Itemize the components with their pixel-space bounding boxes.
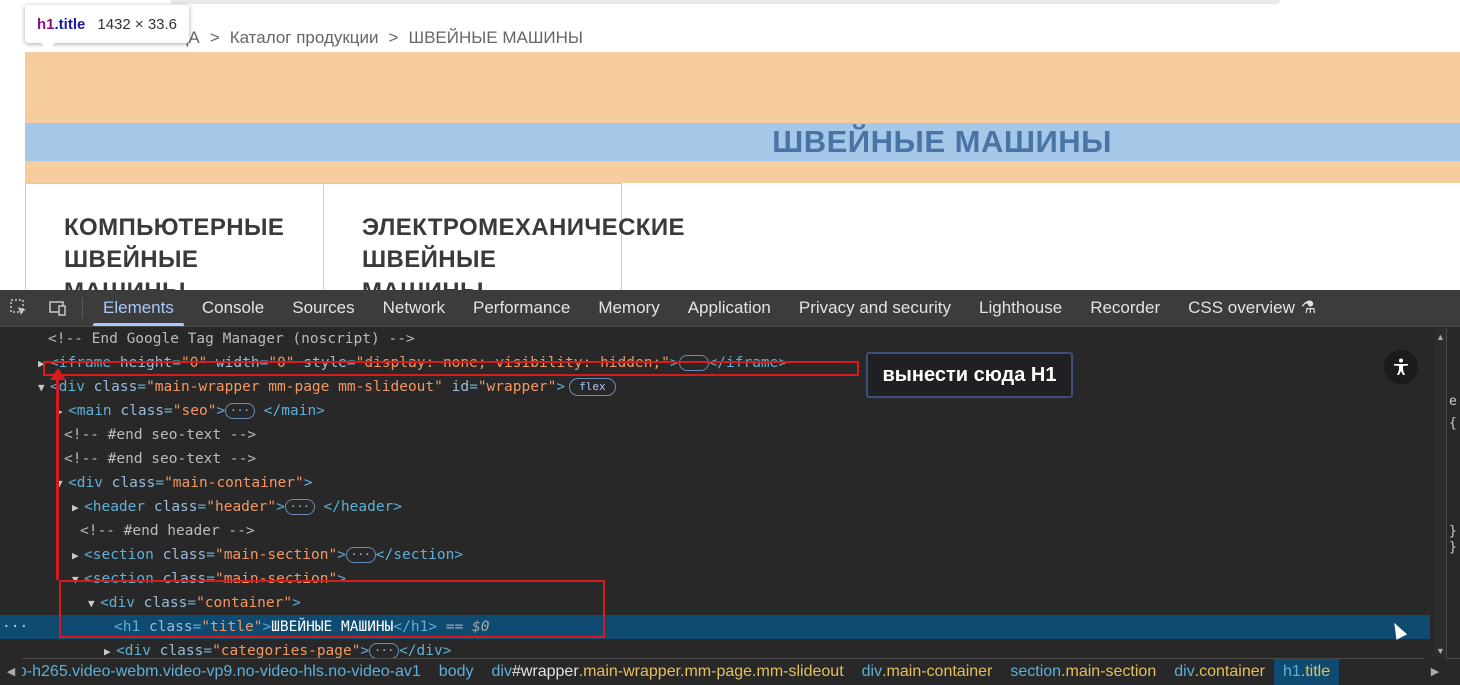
tab-elements[interactable]: Elements [89,290,188,326]
tab-sources[interactable]: Sources [278,290,368,326]
page-title: ШВЕЙНЫЕ МАШИНЫ [772,124,1112,159]
crumb-html[interactable]: eo-h265.video-webm.video-vp9.no-video-hl… [0,659,430,685]
crumbs-right-arrow-icon[interactable]: ▶ [1424,658,1446,685]
dom-node-comment[interactable]: <!-- End Google Tag Manager (noscript) -… [0,328,1430,351]
tooltip-tag: h1 [37,15,55,33]
hero-banner-bottom [25,161,1460,183]
collapse-arrow-icon[interactable]: ▼ [38,376,50,400]
dom-node-categories-page[interactable]: ▶ <div class="categories-page"> ··· </div> [0,639,1430,658]
ellipsis-button[interactable]: ··· [345,547,376,563]
top-shadow [170,0,1280,4]
inspect-element-icon[interactable] [0,290,38,326]
tab-privacy-security[interactable]: Privacy and security [785,290,965,326]
annotation-target-box [43,361,859,376]
tab-css-overview[interactable]: CSS overview ⚗ [1174,290,1330,326]
dom-tree-scrollbar[interactable] [1434,328,1446,658]
annotation-arrow-line [56,374,59,580]
tab-lighthouse[interactable]: Lighthouse [965,290,1076,326]
element-path-breadcrumbs: eo-h265.video-webm.video-vp9.no-video-hl… [0,658,1460,685]
crumb-section-main-section[interactable]: section .main-section [1001,659,1165,685]
breadcrumb-current: ШВЕЙНЫЕ МАШИНЫ [408,28,583,47]
devtools-tab-bar: Elements Console Sources Network Perform… [0,290,1460,327]
crumbs-left-arrow-icon[interactable]: ◀ [0,658,22,685]
crumb-h1-title[interactable]: h1 .title [1273,659,1340,685]
dom-node-comment[interactable]: <!-- #end header --> [0,519,1430,543]
dom-node-div-wrapper[interactable]: ▼ <div class="main-wrapper mm-page mm-sli… [0,375,1430,399]
expand-arrow-icon[interactable]: ▶ [72,496,84,520]
tab-memory[interactable]: Memory [584,290,673,326]
element-inspect-tooltip: h1.title 1432 × 33.6 [25,5,190,50]
annotation-source-box [59,580,605,638]
category-card-computer[interactable]: КОМПЬЮТЕРНЫЕ ШВЕЙНЫЕ МАШИНЫ [25,183,324,290]
tab-application[interactable]: Application [674,290,785,326]
tab-label: CSS overview [1188,298,1295,317]
category-card-electromechanical[interactable]: ЭЛЕКТРОМЕХАНИЧЕСКИЕ ШВЕЙНЫЕ МАШИНЫ [323,183,685,290]
crumb-div-wrapper[interactable]: div #wrapper .main-wrapper.mm-page.mm-slid… [483,659,853,685]
tab-recorder[interactable]: Recorder [1076,290,1174,326]
hero-banner-top [25,52,1460,123]
toolbar-divider [82,298,83,318]
annotation-callout: вынести сюда H1 [866,352,1073,398]
styles-pane-edge: e { } } [1446,328,1460,658]
tab-performance[interactable]: Performance [459,290,584,326]
ellipsis-button[interactable]: ··· [225,403,256,419]
dom-node-header[interactable]: ▶ <header class="header"> ··· </header> [0,495,1430,519]
category-card-title: КОМПЬЮТЕРНЫЕ ШВЕЙНЫЕ МАШИНЫ [64,214,285,290]
tab-console[interactable]: Console [188,290,278,326]
flask-icon: ⚗ [1300,298,1317,317]
flex-badge[interactable]: flex [569,378,616,396]
dom-node-main-container[interactable]: ▼ <div class="main-container"> [0,471,1430,495]
expand-arrow-icon[interactable]: ▶ [72,544,84,568]
scroll-down-icon[interactable]: ▼ [1436,646,1445,656]
category-card-title: ЭЛЕКТРОМЕХАНИЧЕСКИЕ ШВЕЙНЫЕ МАШИНЫ [362,214,685,290]
crumb-body[interactable]: body [430,659,483,685]
breadcrumb-separator: > [209,28,220,47]
dom-node-section[interactable]: ▶ <section class="main-section"> ··· </sect… [0,543,1430,567]
ellipsis-button[interactable]: ··· [284,499,315,515]
accessibility-icon[interactable] [1384,350,1418,384]
web-page: ГЛАВНАЯ СТРАНИЦА>Каталог продукции>ШВЕЙН… [0,0,1460,290]
crumb-div-container[interactable]: div .container [1165,659,1274,685]
tooltip-dimensions: 1432 × 33.6 [97,15,178,33]
comment-text: <!-- End Google Tag Manager (noscript) -… [48,331,415,347]
ellipsis-button[interactable]: ··· [369,643,400,658]
scroll-up-icon[interactable]: ▲ [1436,332,1445,342]
tab-network[interactable]: Network [369,290,459,326]
tooltip-class: .title [54,15,86,33]
dom-node-comment[interactable]: <!-- #end seo-text --> [0,423,1430,447]
expand-arrow-icon[interactable]: ▶ [104,640,116,658]
breadcrumb-catalog[interactable]: Каталог продукции [230,28,379,48]
annotation-arrow-head [50,368,66,380]
crumb-div-main-container[interactable]: div .main-container [853,659,1002,685]
device-toolbar-icon[interactable] [38,290,76,326]
more-options-icon[interactable]: ··· [2,615,28,639]
dom-node-comment[interactable]: <!-- #end seo-text --> [0,447,1430,471]
dom-node-main[interactable]: ▶ <main class="seo"> ··· </main> [0,399,1430,423]
breadcrumb-separator: > [388,28,399,47]
hero-h1-highlight: ШВЕЙНЫЕ МАШИНЫ [25,123,1460,161]
